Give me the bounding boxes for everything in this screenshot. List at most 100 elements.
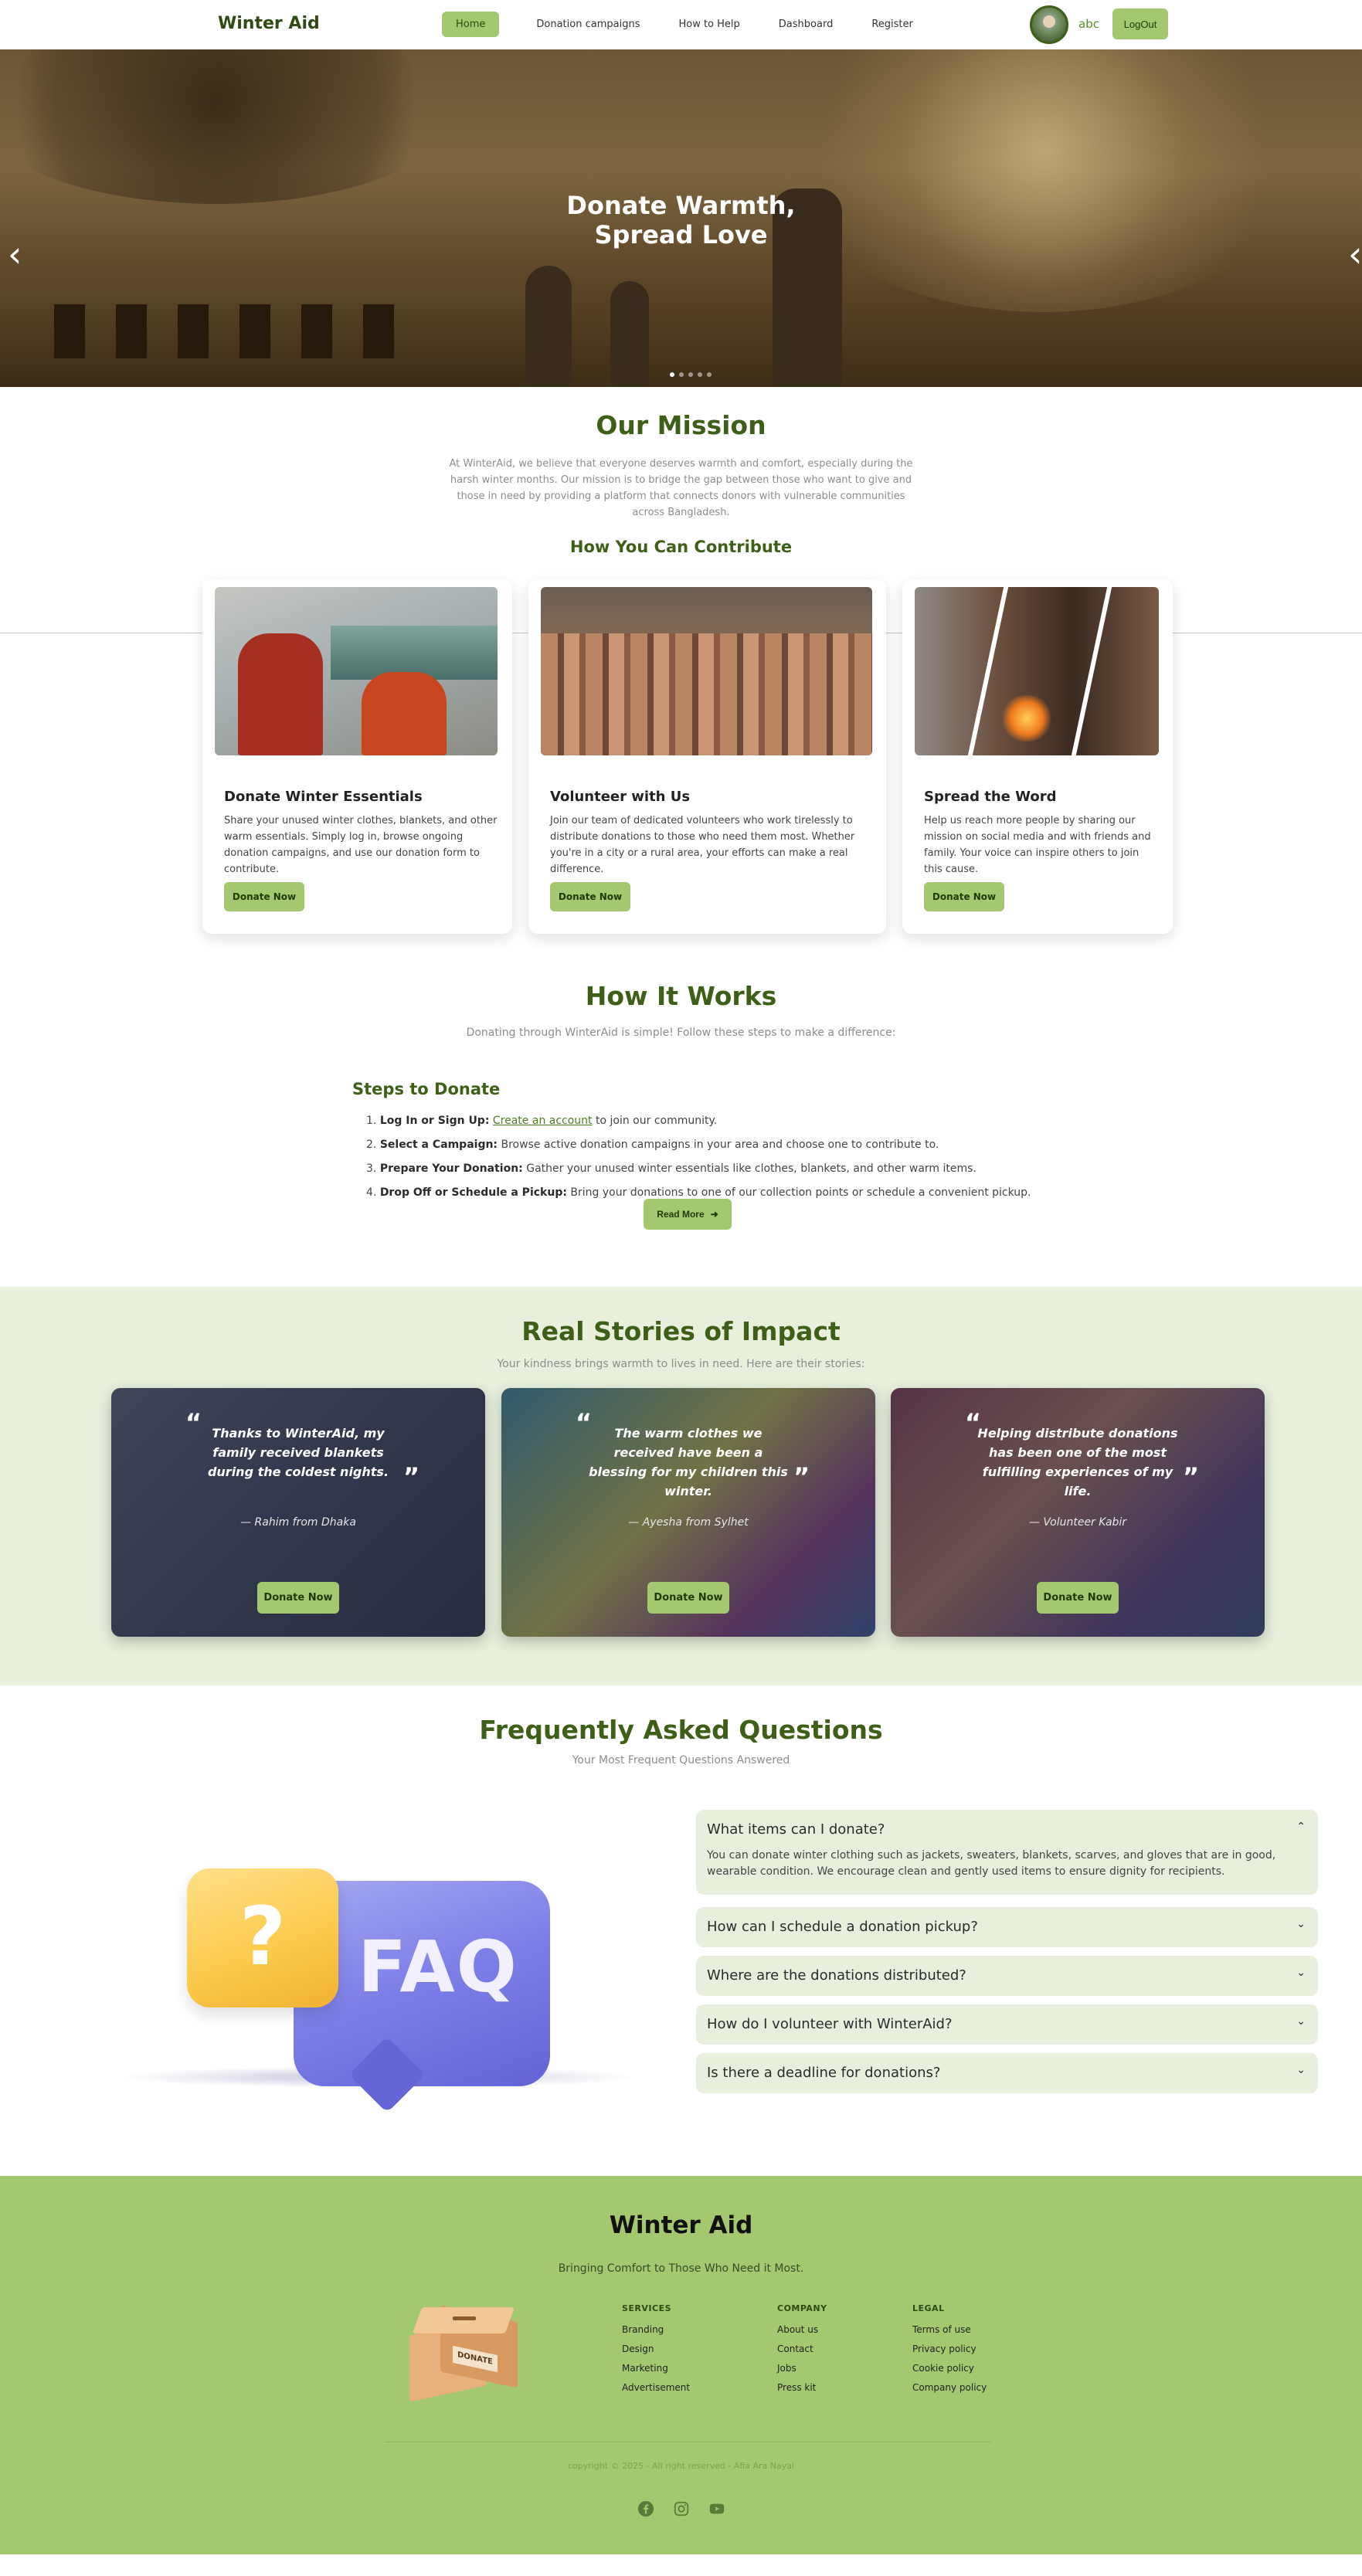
footer-link[interactable]: Terms of use	[912, 2324, 987, 2344]
card-text: Share your unused winter clothes, blanke…	[224, 815, 498, 875]
steps-block: Steps to Donate 1. Log In or Sign Up: Cr…	[0, 1080, 1362, 1287]
card-text: Join our team of dedicated volunteers wh…	[550, 815, 855, 875]
facebook-icon[interactable]	[637, 2500, 655, 2518]
how-title: How It Works	[585, 981, 777, 1011]
footer-link[interactable]: Press kit	[777, 2382, 827, 2401]
footer-link[interactable]: About us	[777, 2324, 827, 2344]
hero-title: Donate Warmth, Spread Love	[566, 191, 796, 249]
social-links	[637, 2500, 726, 2518]
donate-now-button[interactable]: Donate Now	[257, 1582, 339, 1614]
faq-question[interactable]: How can I schedule a donation pickup?	[707, 1919, 978, 1935]
footer-link[interactable]: Branding	[622, 2324, 690, 2344]
hero-wall	[0, 281, 556, 387]
card-image	[915, 587, 1159, 755]
faq-question[interactable]: How do I volunteer with WinterAid?	[707, 2016, 953, 2032]
card-image	[215, 587, 498, 755]
footer-link[interactable]: Contact	[777, 2344, 827, 2363]
nav-home[interactable]: Home	[442, 12, 500, 37]
donate-now-button[interactable]: Donate Now	[924, 882, 1004, 911]
steps-title: Steps to Donate	[352, 1080, 501, 1098]
contribute-card: Spread the Word Help us reach more peopl…	[902, 579, 1173, 934]
chevron-down-icon[interactable]: ⌄	[1296, 1967, 1306, 1979]
donate-now-button[interactable]: Donate Now	[647, 1582, 729, 1614]
footer-link[interactable]: Design	[622, 2344, 690, 2363]
faq-item[interactable]: Where are the donations distributed? ⌄	[696, 1956, 1318, 1996]
hero-person	[610, 281, 649, 387]
stories-section: Real Stories of Impact Your kindness bri…	[0, 1287, 1362, 1685]
quote-close-icon: ”	[403, 1462, 420, 1492]
story-card: “ Thanks to WinterAid, my family receive…	[111, 1388, 485, 1637]
donate-now-button[interactable]: Donate Now	[224, 882, 304, 911]
faq-subtitle: Your Most Frequent Questions Answered	[572, 1754, 790, 1767]
story-quote: Helping distribute donations has been on…	[977, 1426, 1178, 1498]
footer-link[interactable]: Advertisement	[622, 2382, 690, 2401]
card-text: Help us reach more people by sharing our…	[924, 815, 1151, 875]
donate-now-button[interactable]: Donate Now	[1037, 1582, 1119, 1614]
chevron-left-icon[interactable]: ‹	[8, 236, 22, 272]
card-title: Spread the Word	[924, 789, 1057, 805]
faq-item[interactable]: How do I volunteer with WinterAid? ⌄	[696, 2004, 1318, 2045]
faq-answer: You can donate winter clothing such as j…	[707, 1849, 1276, 1878]
carousel-dot[interactable]	[688, 372, 693, 377]
carousel-dot[interactable]	[670, 372, 674, 377]
youtube-icon[interactable]	[708, 2500, 726, 2518]
footer-link[interactable]: Company policy	[912, 2382, 987, 2401]
faq-illustration: FAQ ?	[108, 1859, 641, 2114]
carousel-dot[interactable]	[679, 372, 684, 377]
footer-column-title: LEGAL	[912, 2303, 945, 2313]
stories-title: Real Stories of Impact	[521, 1316, 841, 1346]
brand-logo[interactable]: Winter Aid	[218, 14, 320, 33]
faq-item[interactable]: How can I schedule a donation pickup? ⌄	[696, 1907, 1318, 1947]
donate-now-button[interactable]: Donate Now	[550, 882, 630, 911]
hero-light	[773, 49, 1313, 312]
nav-register[interactable]: Register	[871, 12, 913, 36]
user-avatar[interactable]	[1030, 5, 1068, 44]
faq-question[interactable]: Is there a deadline for donations?	[707, 2065, 940, 2081]
story-author: — Ayesha from Sylhet	[628, 1516, 749, 1529]
faq-title: Frequently Asked Questions	[479, 1715, 883, 1745]
steps-list: 1. Log In or Sign Up: Create an account …	[366, 1113, 1031, 1209]
logout-button[interactable]: LogOut	[1112, 8, 1168, 39]
card-image	[541, 587, 872, 755]
arrow-right-icon: ➜	[710, 1209, 718, 1220]
main-nav: Home Donation campaigns How to Help Dash…	[442, 12, 952, 37]
chevron-down-icon[interactable]: ⌄	[1296, 1918, 1306, 1930]
read-more-button[interactable]: Read More ➜	[644, 1199, 732, 1230]
carousel-dots	[670, 372, 712, 377]
nav-dashboard[interactable]: Dashboard	[779, 12, 834, 36]
chevron-up-icon[interactable]: ⌃	[1296, 1821, 1306, 1833]
top-navbar: Winter Aid Home Donation campaigns How t…	[0, 0, 1362, 49]
story-card: “ The warm clothes we received have been…	[501, 1388, 875, 1637]
chevron-down-icon[interactable]: ⌄	[1296, 2015, 1306, 2028]
hero-carousel: Donate Warmth, Spread Love ‹ ‹	[0, 49, 1362, 387]
nav-how-to-help[interactable]: How to Help	[678, 12, 739, 36]
footer-link[interactable]: Marketing	[622, 2363, 690, 2382]
question-mark-icon: ?	[239, 1889, 287, 1984]
footer-link[interactable]: Privacy policy	[912, 2344, 987, 2363]
carousel-dot[interactable]	[698, 372, 702, 377]
chevron-down-icon[interactable]: ⌄	[1296, 2064, 1306, 2076]
step-item: 2. Select a Campaign: Browse active dona…	[366, 1139, 939, 1151]
footer-link[interactable]: Jobs	[777, 2363, 827, 2382]
faq-item[interactable]: What items can I donate? ⌃ You can donat…	[696, 1810, 1318, 1895]
mission-section: Our Mission At WinterAid, we believe tha…	[0, 387, 1362, 556]
step-item: 1. Log In or Sign Up: Create an account …	[366, 1115, 718, 1127]
faq-item[interactable]: Is there a deadline for donations? ⌄	[696, 2053, 1318, 2093]
contribute-card: Donate Winter Essentials Share your unus…	[202, 579, 512, 934]
footer: Winter Aid Bringing Comfort to Those Who…	[0, 2176, 1362, 2554]
quote-close-icon: ”	[793, 1462, 810, 1492]
instagram-icon[interactable]	[672, 2500, 691, 2518]
step-item: 3. Prepare Your Donation: Gather your un…	[366, 1162, 976, 1175]
how-subtitle: Donating through WinterAid is simple! Fo…	[466, 1027, 896, 1039]
donate-box-illustration: DONATE	[409, 2305, 518, 2402]
faq-question[interactable]: What items can I donate?	[707, 1821, 885, 1838]
how-it-works-section: How It Works Donating through WinterAid …	[0, 981, 1362, 1039]
chevron-right-icon[interactable]: ‹	[1348, 236, 1362, 272]
footer-column-legal: LEGAL Terms of use Privacy policy Cookie…	[912, 2303, 987, 2401]
footer-link[interactable]: Cookie policy	[912, 2363, 987, 2382]
story-quote: Thanks to WinterAid, my family received …	[207, 1426, 389, 1479]
faq-question[interactable]: Where are the donations distributed?	[707, 1967, 966, 1984]
create-account-link[interactable]: Create an account	[493, 1115, 593, 1127]
nav-donation-campaigns[interactable]: Donation campaigns	[536, 12, 640, 36]
carousel-dot[interactable]	[707, 372, 712, 377]
